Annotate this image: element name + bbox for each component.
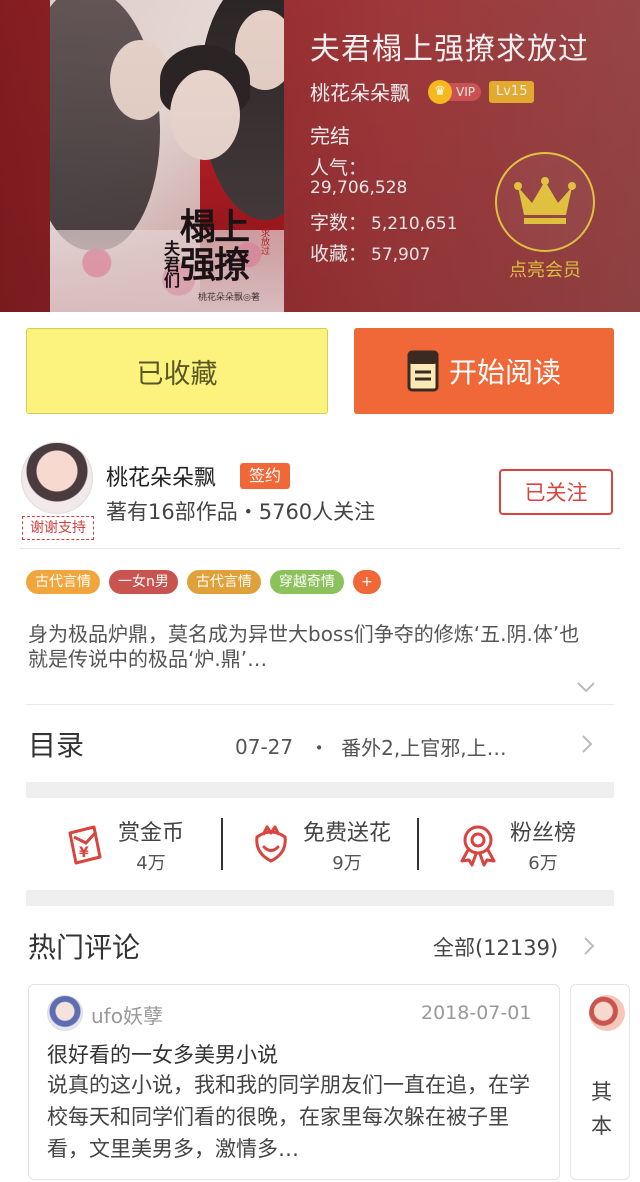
collected-button[interactable]: 已收藏 [26,328,328,414]
genre-tags: 古代言情 一女n男 古代言情 穿越奇情 + [26,570,381,594]
fan-ranking-value: 6万 [528,853,558,874]
toc-latest-title: 番外2,上官邪,上… [341,736,507,760]
crown-icon: ♛ [428,79,452,104]
free-flower-value: 9万 [332,853,362,874]
red-envelope-icon: ¥ [68,825,102,865]
book-status: 完结 [310,124,350,148]
commenter-avatar[interactable] [47,995,83,1031]
svg-text:¥: ¥ [79,845,89,861]
tag-time-travel[interactable]: 穿越奇情 [269,570,344,594]
reward-coins-value: 4万 [136,853,166,874]
stats-divider [221,818,223,870]
reward-coins-text: 赏金币 4万 [118,815,184,875]
ribbon-medal-icon [460,825,496,867]
start-reading-button[interactable]: 开始阅读 [354,328,614,414]
book-title: 夫君榻上强撩求放过 [310,32,589,67]
chevron-right-icon[interactable] [583,936,595,956]
fan-ranking-label: 粉丝榜 [509,821,576,846]
word-count: 字数： 5,210,651 [310,208,458,235]
tag-ancient-romance[interactable]: 古代言情 [26,570,100,594]
section-separator [26,782,614,798]
all-comments-link[interactable]: 全部(12139) [433,932,558,962]
popularity-label: 人气： [310,157,368,179]
collect-count-label: 收藏： [310,243,368,265]
tag-ancient-romance-2[interactable]: 古代言情 [186,570,261,594]
toc-title[interactable]: 目录 [28,724,84,764]
vip-badge: ♛ VIP [428,79,481,104]
divider [20,548,620,549]
member-label: 点亮会员 [509,260,581,281]
book-cover-image[interactable]: 夫君们 榻上强撩 求放过 桃花朵朵飘◎著 [50,0,284,312]
author-avatar[interactable] [21,442,93,514]
thanks-support-tag: 谢谢支持 [22,516,94,540]
fan-ranking-button[interactable]: 粉丝榜 6万 [418,810,614,880]
collect-count-value: 57,907 [371,245,431,265]
cover-art-hair-left [50,0,160,250]
reward-coins-button[interactable]: ¥ 赏金币 4万 [26,810,222,880]
comment-card[interactable]: 其本 [570,984,630,1180]
hot-comments-title: 热门评论 [28,931,141,964]
fan-ranking-text: 粉丝榜 6万 [510,815,576,875]
cover-title-small: 夫君们 [161,240,180,288]
chevron-right-icon[interactable] [581,734,593,754]
start-reading-label: 开始阅读 [448,356,561,389]
comment-card[interactable]: ufo妖孽 2018-07-01 很好看的一女多美男小说 说真的这小说，我和我的… [28,984,560,1180]
section-separator [26,890,614,906]
author-line: 桃花朵朵飘 ♛ VIP Lv15 [310,77,535,106]
toc-latest-chapter[interactable]: 07-27 ・ 番外2,上官邪,上… [235,732,507,761]
member-crown-circle [495,152,595,252]
book-description[interactable]: 身为极品炉鼎，莫名成为异世大boss们争夺的修炼‘五.阴.体’也就是传说中的极品… [28,622,598,672]
comment-date: 2018-07-01 [421,1002,532,1024]
word-count-label: 字数： [310,212,368,234]
stats-divider [417,818,419,870]
chevron-down-icon[interactable] [577,681,595,693]
author-stats: 著有16部作品・5760人关注 [106,500,376,524]
divider [26,704,614,705]
free-flower-label: 免费送花 [302,821,391,846]
signed-badge: 签约 [240,463,291,489]
tag-reverse-harem[interactable]: 一女n男 [109,570,178,594]
free-flower-button[interactable]: 免费送花 9万 [222,810,418,880]
free-flower-text: 免费送花 9万 [303,815,391,875]
comment-title: 很好看的一女多美男小说 [47,1043,278,1067]
comment-body: 其本 [591,1080,612,1138]
reward-coins-label: 赏金币 [117,821,184,846]
toc-separator: ・ [309,736,330,760]
popularity-value: 29,706,528 [310,178,408,198]
commenter-name[interactable]: ufo妖孽 [91,1000,163,1029]
member-button[interactable]: 点亮会员 [494,152,596,282]
book-header: 夫君们 榻上强撩 求放过 桃花朵朵飘◎著 夫君榻上强撩求放过 桃花朵朵飘 ♛ V… [0,0,640,312]
followed-button[interactable]: 已关注 [499,469,613,515]
cover-art-face-center [170,70,240,160]
cover-author: 桃花朵朵飘◎著 [198,293,260,303]
level-badge: Lv15 [488,80,535,103]
word-count-value: 5,210,651 [371,214,458,234]
toc-latest-date: 07-27 [235,734,294,759]
commenter-avatar[interactable] [589,995,625,1031]
support-stats: ¥ 赏金币 4万 免费送花 9万 粉丝榜 6万 [26,810,614,880]
cover-seal: 求放过 [259,228,269,255]
tag-add-button[interactable]: + [352,570,381,594]
collect-count: 收藏： 57,907 [310,239,431,266]
author-name-large[interactable]: 桃花朵朵飘 [106,460,216,492]
comment-body: 说真的这小说，我和我的同学朋友们一直在追，在学校每天和同学们看的很晚，在家里每次… [47,1073,530,1161]
book-icon [407,350,439,392]
author-name[interactable]: 桃花朵朵飘 [310,77,410,106]
flower-icon [255,825,287,863]
crown-icon [514,177,576,224]
